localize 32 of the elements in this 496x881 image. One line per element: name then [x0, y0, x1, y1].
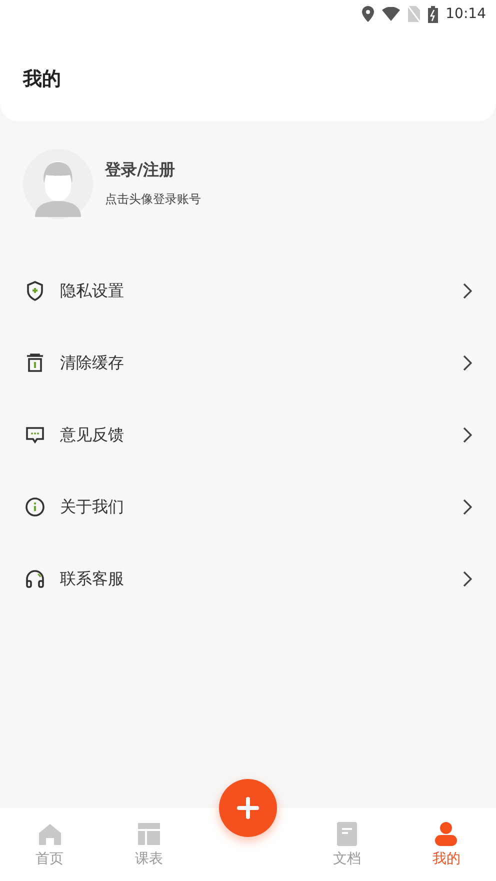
trash-icon — [24, 352, 46, 374]
wifi-icon — [382, 7, 400, 21]
chevron-right-icon — [462, 499, 472, 515]
menu-item[interactable]: 联系客服 — [0, 543, 496, 615]
person-icon — [433, 821, 460, 847]
no-sim-icon — [408, 6, 420, 22]
add-button[interactable] — [219, 779, 277, 837]
menu-item[interactable]: 隐私设置 — [0, 255, 496, 327]
shield-icon — [24, 280, 46, 302]
tab-label: 课表 — [134, 850, 163, 868]
chevron-right-icon — [462, 355, 472, 371]
menu-item[interactable]: 关于我们 — [0, 471, 496, 543]
info-icon — [24, 496, 46, 518]
battery-icon — [428, 6, 438, 22]
page-title: 我的 — [23, 67, 61, 92]
tab-label: 我的 — [432, 850, 460, 868]
plus-icon — [237, 797, 259, 819]
tab-label: 文档 — [333, 850, 362, 868]
tab-label: 首页 — [36, 850, 64, 868]
chevron-right-icon — [462, 427, 472, 443]
chevron-right-icon — [462, 571, 472, 587]
home-icon — [36, 821, 63, 847]
menu-item[interactable]: 意见反馈 — [0, 399, 496, 471]
chevron-right-icon — [462, 283, 472, 299]
login-link[interactable]: 登录/注册 — [105, 160, 201, 181]
location-icon — [362, 6, 374, 22]
status-time: 10:14 — [446, 6, 486, 22]
table-icon — [136, 821, 162, 847]
headset-icon — [24, 568, 46, 590]
menu-item[interactable]: 清除缓存 — [0, 327, 496, 399]
chat-icon — [24, 424, 46, 446]
login-hint: 点击头像登录账号 — [105, 191, 201, 208]
